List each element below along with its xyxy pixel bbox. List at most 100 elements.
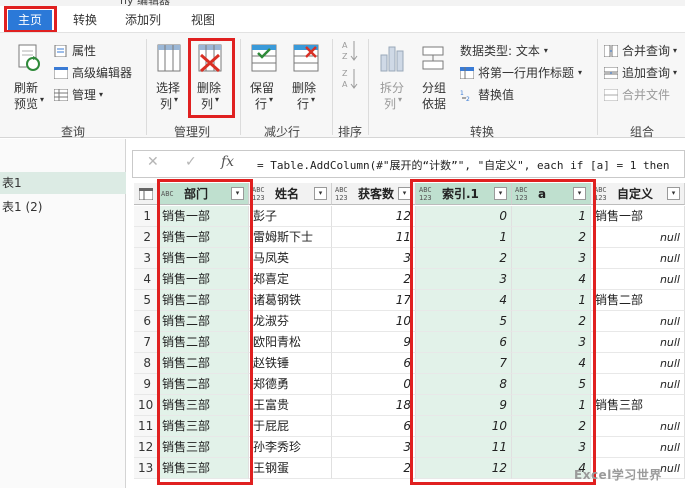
- table-cell[interactable]: 赵铁锤: [249, 353, 332, 374]
- chevron-down-icon: ▾: [578, 68, 583, 77]
- row-number: 11: [134, 416, 158, 437]
- table-cell[interactable]: 18: [332, 395, 416, 416]
- table-cell[interactable]: 9: [332, 332, 416, 353]
- table-icon: [54, 88, 68, 101]
- group-label-sort: 排序: [337, 125, 362, 139]
- column-header-label: 姓名: [275, 187, 300, 201]
- group-label-transform: 转换: [469, 125, 494, 139]
- formula-text[interactable]: = Table.AddColumn(#"展开的“计数”", "自定义", eac…: [257, 157, 670, 173]
- group-separator: [368, 39, 369, 135]
- table-cell[interactable]: null: [591, 227, 685, 248]
- table-cell[interactable]: 6: [332, 353, 416, 374]
- chevron-down-icon: ▾: [673, 68, 678, 77]
- svg-text:A: A: [342, 80, 348, 89]
- ribbon: 刷新 预览 ▾ 属性 高级编辑器 管理 ▾ 查询 选择 列 ▾ 删除 列 ▾ 管…: [0, 32, 685, 139]
- merge-queries-button[interactable]: 合并查询 ▾: [604, 42, 677, 59]
- tab-view[interactable]: 视图: [191, 10, 215, 30]
- table-cell[interactable]: null: [591, 332, 685, 353]
- row-number: 13: [134, 458, 158, 479]
- data-type-dropdown[interactable]: 数据类型: 文本 ▾: [460, 42, 548, 59]
- properties-button[interactable]: 属性: [54, 42, 96, 59]
- column-header[interactable]: ABC 123 自定义 ▾: [591, 183, 685, 205]
- table-cell[interactable]: 马凤英: [249, 248, 332, 269]
- refresh-label-1: 刷新: [14, 81, 39, 95]
- tab-add-column[interactable]: 添加列: [125, 10, 161, 30]
- table-cell[interactable]: null: [591, 353, 685, 374]
- table-cell[interactable]: 龙淑芬: [249, 311, 332, 332]
- cancel-icon[interactable]: ✕: [147, 154, 159, 170]
- select-all-corner[interactable]: [134, 183, 158, 205]
- sort-ascending-button[interactable]: AZ: [342, 39, 358, 61]
- table-cell[interactable]: null: [591, 416, 685, 437]
- table-cell[interactable]: 6: [332, 416, 416, 437]
- table-cell[interactable]: 欧阳青松: [249, 332, 332, 353]
- table-cell[interactable]: null: [591, 248, 685, 269]
- column-filter-dropdown-icon[interactable]: ▾: [667, 187, 680, 200]
- table-cell[interactable]: 3: [332, 437, 416, 458]
- refresh-label-2: 预览: [14, 97, 39, 111]
- sort-descending-icon: ZA: [342, 69, 358, 89]
- table-cell[interactable]: 于屁屁: [249, 416, 332, 437]
- append-queries-button[interactable]: 追加查询 ▾: [604, 64, 677, 81]
- table-cell[interactable]: 诸葛钢铁: [249, 290, 332, 311]
- svg-text:A: A: [342, 41, 348, 50]
- table-cell[interactable]: 孙李秀珍: [249, 437, 332, 458]
- table-cell[interactable]: 17: [332, 290, 416, 311]
- table-cell[interactable]: null: [591, 311, 685, 332]
- table-cell[interactable]: 郑德勇: [249, 374, 332, 395]
- split-column-label-1: 拆分: [380, 81, 405, 95]
- split-column-label-2: 列: [384, 97, 397, 111]
- table-cell[interactable]: 郑喜定: [249, 269, 332, 290]
- query-item-table1[interactable]: 表1: [0, 172, 126, 194]
- highlight-home-tab: [4, 6, 57, 33]
- group-separator: [240, 39, 241, 135]
- manage-button[interactable]: 管理 ▾: [54, 86, 103, 103]
- advanced-editor-button[interactable]: 高级编辑器: [54, 64, 132, 81]
- table-cell[interactable]: null: [591, 269, 685, 290]
- sort-descending-button[interactable]: ZA: [342, 67, 358, 89]
- column-filter-dropdown-icon[interactable]: ▾: [314, 187, 327, 200]
- column-header-label: 获客数: [358, 187, 395, 201]
- table-cell[interactable]: 雷姆斯下士: [249, 227, 332, 248]
- table-cell[interactable]: null: [591, 374, 685, 395]
- column-header[interactable]: ABC 123 姓名 ▾: [249, 183, 332, 205]
- properties-icon: [54, 44, 67, 57]
- confirm-icon[interactable]: ✓: [185, 154, 197, 170]
- table-cell[interactable]: 11: [332, 227, 416, 248]
- sort-ascending-icon: AZ: [342, 41, 358, 61]
- table-cell[interactable]: 王富贵: [249, 395, 332, 416]
- group-label-manage-columns: 管理列: [173, 125, 210, 139]
- combine-files-button[interactable]: 合并文件: [604, 86, 670, 103]
- table-cell[interactable]: 2: [332, 458, 416, 479]
- table-cell[interactable]: 销售一部: [591, 206, 685, 227]
- row-number: 6: [134, 311, 158, 332]
- chevron-down-icon: ▾: [99, 90, 104, 99]
- table-cell[interactable]: null: [591, 437, 685, 458]
- column-type-icon[interactable]: ABC 123: [335, 186, 355, 202]
- fx-icon[interactable]: fx: [221, 154, 234, 170]
- table-cell[interactable]: 10: [332, 311, 416, 332]
- combine-files-icon: [604, 88, 618, 101]
- column-header[interactable]: ABC 123 获客数 ▾: [332, 183, 416, 205]
- column-type-icon[interactable]: ABC 123: [594, 186, 614, 202]
- table-cell[interactable]: 王钢蛋: [249, 458, 332, 479]
- table-cell[interactable]: 12: [332, 206, 416, 227]
- group-label-combine: 组合: [629, 125, 654, 139]
- table-cell[interactable]: 0: [332, 374, 416, 395]
- table-cell[interactable]: 销售二部: [591, 290, 685, 311]
- tab-transform[interactable]: 转换: [73, 10, 97, 30]
- svg-text:2: 2: [466, 96, 470, 101]
- table-cell[interactable]: 销售三部: [591, 395, 685, 416]
- row-number: 10: [134, 395, 158, 416]
- merge-queries-icon: [604, 44, 618, 57]
- column-type-icon[interactable]: ABC 123: [252, 186, 272, 202]
- keep-rows-label-1: 保留: [250, 81, 275, 95]
- replace-values-button[interactable]: 12 替换值: [460, 86, 514, 103]
- use-first-row-as-headers-button[interactable]: 将第一行用作标题 ▾: [460, 64, 582, 81]
- table-cell[interactable]: 彭子: [249, 206, 332, 227]
- query-item-table1-copy[interactable]: 表1 (2): [0, 196, 126, 218]
- table-cell[interactable]: 3: [332, 248, 416, 269]
- table-header-icon: [460, 66, 474, 79]
- remove-rows-label-1: 删除: [292, 81, 317, 95]
- table-cell[interactable]: 2: [332, 269, 416, 290]
